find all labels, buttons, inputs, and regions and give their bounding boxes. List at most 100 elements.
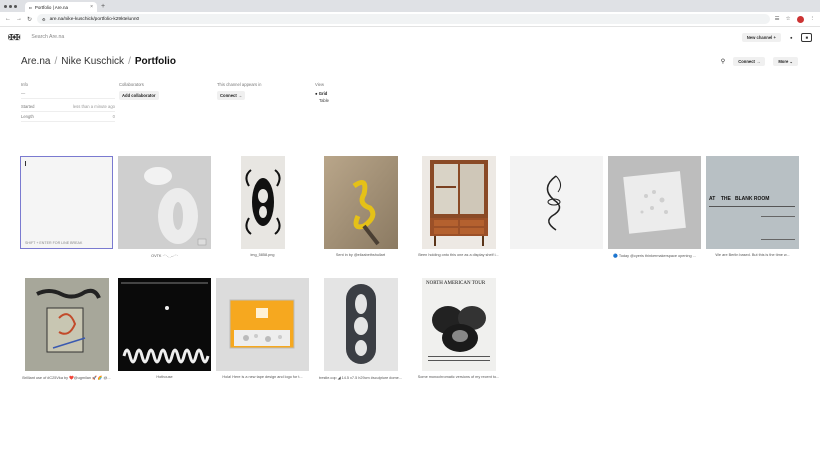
tab-title: Portfolio | Are.na — [34, 4, 68, 10]
embossed-tile-photo — [608, 156, 701, 249]
browser-tab[interactable]: •• Portfolio | Are.na × — [25, 2, 97, 12]
window-controls[interactable] — [4, 0, 17, 12]
block-image[interactable] — [608, 156, 701, 249]
cast-icon[interactable]: ☰ — [775, 16, 780, 22]
poster-text-block — [761, 216, 795, 240]
block-image[interactable] — [314, 278, 407, 371]
block-caption: img_5858.png — [250, 253, 275, 257]
appears-in-heading: This channel appears in — [217, 82, 262, 87]
search-input[interactable]: Search Are.na — [31, 34, 64, 40]
site-info-icon[interactable]: ⚙ — [42, 17, 46, 22]
meta-row-length: Length 0 — [21, 112, 115, 122]
block-image[interactable] — [510, 156, 603, 249]
profile-avatar[interactable] — [796, 15, 804, 23]
block-card[interactable]: OVTK ·⁻·˗ˏˎ‐˗·⁻· — [118, 156, 211, 258]
block-card[interactable]: trestle.cop ◢ 14.5 x7.5 h29cm #sculpture… — [314, 278, 407, 380]
meta-value: 0 — [112, 114, 115, 119]
block-image[interactable]: NORTH AMERICAN TOUR — [412, 278, 505, 371]
close-tab-icon[interactable]: × — [90, 4, 93, 10]
block-card[interactable] — [510, 156, 603, 253]
poster-lines-graphic — [709, 206, 795, 207]
block-image[interactable] — [118, 278, 211, 371]
view-heading: View — [315, 82, 325, 87]
url-field[interactable]: ⚙ are.na/nike-kuschick/portfolio-k29ktel… — [37, 14, 770, 24]
block-caption: Sent in by @elizabethshullart — [335, 253, 386, 257]
block-image[interactable] — [20, 278, 113, 371]
channel-actions: ⚲ Connect → More ⌄ — [721, 57, 798, 66]
block-card[interactable]: Sent in by @elizabethshullart — [314, 156, 407, 257]
block-image[interactable] — [216, 278, 309, 371]
text-caret — [25, 161, 26, 166]
notifications-icon[interactable]: ● — [787, 34, 796, 41]
block-card[interactable]: 🔵 Today @cyeris thinkermakerspace openin… — [608, 156, 701, 258]
arena-logo-icon[interactable]: ✠✠ — [8, 33, 20, 42]
cassette-tape-photo — [216, 278, 309, 371]
meta-row-started: Started less than a minute ago — [21, 102, 115, 112]
channel-title: Portfolio — [134, 56, 176, 67]
address-bar-row: ← → ↻ ⚙ are.na/nike-kuschick/portfolio-k… — [0, 12, 820, 27]
block-image[interactable] — [216, 156, 309, 249]
connect-button[interactable]: Connect → — [733, 57, 766, 66]
block-card[interactable]: Hola! Here is a new tape design and logo… — [216, 278, 309, 379]
block-caption: 🔵 Today @cyeris thinkermakerspace openin… — [613, 254, 696, 258]
meta-label: Started — [21, 104, 35, 109]
meta-label: Length — [21, 114, 34, 119]
block-card[interactable]: AT THE BLANK ROOM We are Berlin based. B… — [706, 156, 799, 257]
breadcrumb-root[interactable]: Are.na — [21, 56, 50, 67]
back-icon[interactable]: ← — [5, 16, 11, 22]
block-image[interactable] — [314, 156, 407, 249]
user-menu-icon[interactable]: ■ — [801, 32, 812, 42]
new-tab-button[interactable]: + — [101, 2, 105, 12]
view-grid-option[interactable]: ● Grid — [315, 91, 329, 96]
stone-sculpture-photo — [323, 278, 398, 371]
hothouse-pattern-image — [118, 278, 211, 371]
block-card[interactable]: Brilliant use of #C25Vka by ❤️@ugmilan 🚀… — [20, 278, 113, 380]
block-image[interactable] — [412, 156, 505, 249]
block-caption: Brilliant use of #C25Vka by ❤️@ugmilan 🚀… — [22, 376, 111, 380]
search-icon[interactable]: ⚲ — [721, 58, 725, 65]
new-block-editor[interactable]: SHIFT + ENTER FOR LINE BREAK — [20, 156, 113, 249]
tour-poster-image — [421, 278, 496, 371]
block-caption: We are Berlin based. But this is the tim… — [715, 253, 790, 257]
add-collaborator-button[interactable]: Add collaborator — [119, 91, 159, 100]
url-text: are.na/nike-kuschick/portfolio-k29ktelun… — [49, 16, 140, 22]
reload-icon[interactable]: ↻ — [27, 16, 32, 23]
menu-icon[interactable]: ⋮ — [810, 16, 816, 22]
block-caption: Hothouse — [156, 375, 173, 379]
appears-connect-button[interactable]: Connect → — [217, 91, 246, 100]
block-card[interactable]: img_5858.png — [216, 156, 309, 257]
block-card[interactable]: NORTH AMERICAN TOUR Some monochromatic v… — [412, 278, 505, 379]
block-image[interactable] — [118, 156, 211, 249]
block-card[interactable]: Been holding onto this one as a display … — [412, 156, 505, 257]
wire-sculpture-image — [510, 156, 603, 249]
block-caption: Been holding onto this one as a display … — [418, 253, 499, 257]
info-description[interactable]: — — [21, 91, 115, 99]
collage-poster-image — [24, 278, 109, 371]
sand-yarn-photo — [323, 156, 398, 249]
block-card[interactable]: Hothouse — [118, 278, 211, 379]
dither-pattern-image — [118, 156, 211, 249]
more-button[interactable]: More ⌄ — [773, 57, 798, 66]
block-image[interactable]: AT THE BLANK ROOM — [706, 156, 799, 249]
info-heading: Info — [21, 82, 28, 87]
bug-illustration-image — [240, 156, 285, 249]
breadcrumb-user[interactable]: Nike Kuschick — [61, 56, 124, 67]
meta-value: less than a minute ago — [72, 104, 115, 109]
block-caption: Hola! Here is a new tape design and logo… — [222, 375, 303, 379]
tab-favicon-icon: •• — [29, 4, 32, 10]
cabinet-photo — [421, 156, 496, 249]
breadcrumb: Are.na / Nike Kuschick / Portfolio — [21, 56, 176, 67]
collaborators-heading: Collaborators — [119, 82, 144, 87]
view-table-option[interactable]: Table — [315, 98, 329, 103]
text-input-block[interactable]: SHIFT + ENTER FOR LINE BREAK — [20, 156, 113, 249]
block-caption: trestle.cop ◢ 14.5 x7.5 h29cm #sculpture… — [319, 376, 402, 380]
bookmark-star-icon[interactable]: ☆ — [786, 16, 791, 22]
breadcrumb-separator: / — [54, 56, 58, 67]
poster-headline: AT THE BLANK ROOM — [709, 196, 770, 202]
block-caption: OVTK ·⁻·˗ˏˎ‐˗·⁻· — [151, 254, 178, 258]
forward-icon[interactable]: → — [16, 16, 22, 22]
new-channel-button[interactable]: New channel + — [741, 32, 781, 42]
app-header: ✠✠ Search Are.na New channel + ● ■ — [0, 27, 820, 47]
block-caption: Some monochromatic versions of my recent… — [417, 375, 500, 379]
editor-hint: SHIFT + ENTER FOR LINE BREAK — [25, 241, 83, 245]
